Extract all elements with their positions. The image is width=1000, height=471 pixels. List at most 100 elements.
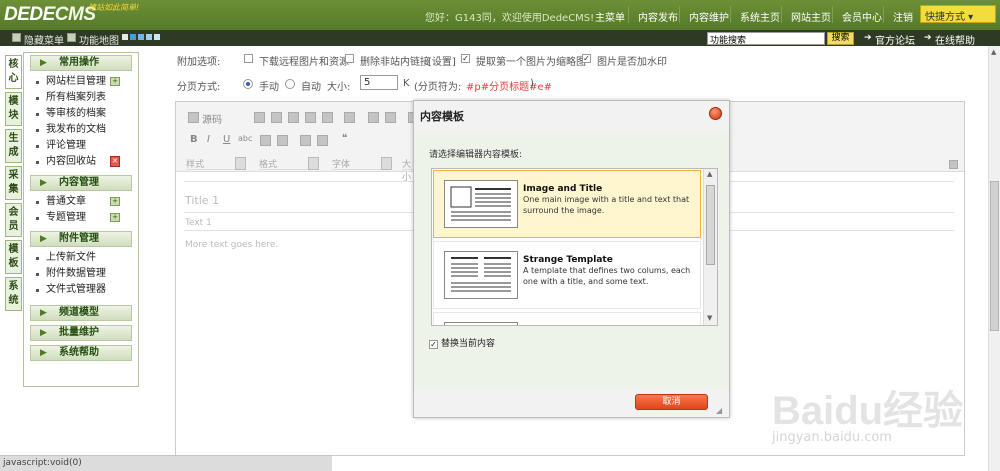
bold-icon[interactable]: B xyxy=(190,134,198,145)
menu-section-help[interactable]: ▶ 系统帮助 xyxy=(30,345,132,361)
menu-section-channel-model[interactable]: ▶ 频道模型 xyxy=(30,305,132,321)
menu-item-recycle-bin[interactable]: 内容回收站 ✕ xyxy=(24,154,138,170)
first-image-thumb-checkbox[interactable]: ✓ xyxy=(461,54,470,63)
template-option-partial[interactable] xyxy=(433,312,701,325)
tab-core[interactable]: 核心 xyxy=(5,55,22,89)
menu-item-pending-docs[interactable]: 等审核的档案 xyxy=(24,106,138,122)
tab-collect[interactable]: 采集 xyxy=(5,166,22,200)
font-select[interactable]: 字体 xyxy=(332,157,392,170)
cancel-button[interactable]: 取消 xyxy=(635,394,708,410)
menu-item-upload[interactable]: 上传新文件 xyxy=(24,250,138,266)
tab-system[interactable]: 系统 xyxy=(5,277,22,311)
source-button[interactable]: 源码 xyxy=(202,111,222,126)
manual-radio[interactable] xyxy=(243,79,253,89)
collapse-toolbar-icon[interactable] xyxy=(949,160,958,169)
editor-more-text[interactable]: More text goes here. xyxy=(185,240,278,250)
nav-logout[interactable]: 注销 xyxy=(893,9,913,24)
quick-menu-button[interactable]: 快捷方式 ▾ xyxy=(920,5,996,23)
resize-grip-icon[interactable]: ◢ xyxy=(716,406,725,415)
menu-item-file-manager[interactable]: 文件式管理器 xyxy=(24,282,138,298)
print-icon[interactable] xyxy=(344,112,355,123)
strike-icon[interactable]: abc xyxy=(238,134,252,143)
remove-links-checkbox[interactable] xyxy=(345,54,354,63)
watermark-checkbox[interactable]: ✓ xyxy=(582,54,591,63)
menu-item-comments[interactable]: 评论管理 xyxy=(24,138,138,154)
paste-icon[interactable] xyxy=(288,112,299,123)
bullet-icon xyxy=(36,97,39,100)
site-map-link[interactable]: 功能地图 xyxy=(79,32,119,47)
download-remote-checkbox[interactable] xyxy=(244,54,253,63)
hide-menu-link[interactable]: 隐藏菜单 xyxy=(24,32,64,47)
tab-modules[interactable]: 模块 xyxy=(5,92,22,126)
outdent-icon[interactable] xyxy=(300,135,311,146)
redo-icon[interactable] xyxy=(385,112,396,123)
replace-content-checkbox[interactable]: ✓ xyxy=(429,340,438,349)
page-size-input[interactable]: 5 xyxy=(360,75,398,90)
editor-title-text[interactable]: Title 1 xyxy=(185,194,219,207)
trash-icon[interactable]: ✕ xyxy=(110,156,120,167)
menu-section-common[interactable]: ▶ 常用操作 xyxy=(30,55,132,71)
tab-members[interactable]: 会员 xyxy=(5,203,22,237)
style-select[interactable]: 样式 xyxy=(186,157,246,170)
nav-publish[interactable]: 内容发布 xyxy=(638,9,678,24)
paste-word-icon[interactable] xyxy=(322,112,333,123)
settings-link[interactable]: [设置] xyxy=(428,53,456,68)
scroll-down-icon[interactable]: ▼ xyxy=(707,314,712,322)
image-title-thumbnail-icon xyxy=(444,180,518,228)
scroll-up-icon[interactable]: ▲ xyxy=(991,48,996,56)
undo-icon[interactable] xyxy=(368,112,379,123)
template-list-scrollbar[interactable]: ▲ ▼ xyxy=(703,169,717,325)
menu-item-attachment-data[interactable]: 附件数据管理 xyxy=(24,266,138,282)
cut-icon[interactable] xyxy=(254,112,265,123)
add-icon[interactable]: + xyxy=(110,77,120,86)
underline-icon[interactable]: U xyxy=(223,134,230,145)
copy-icon[interactable] xyxy=(271,112,282,123)
theme-swatch[interactable] xyxy=(122,34,128,40)
theme-swatch[interactable] xyxy=(146,34,152,40)
close-icon[interactable] xyxy=(709,107,722,120)
menu-section-content[interactable]: ▶ 内容管理 xyxy=(30,175,132,191)
page-mode-label: 分页方式: xyxy=(177,82,221,93)
nav-system-home[interactable]: 系统主页 xyxy=(740,9,780,24)
theme-swatch[interactable] xyxy=(138,34,144,40)
tab-generate[interactable]: 生成 xyxy=(5,129,22,163)
source-icon[interactable] xyxy=(188,112,199,123)
italic-icon[interactable]: I xyxy=(207,134,210,145)
theme-swatch[interactable] xyxy=(130,34,136,40)
scrollbar-thumb[interactable] xyxy=(706,185,715,265)
menu-section-batch[interactable]: ▶ 批量维护 xyxy=(30,325,132,341)
add-icon[interactable]: + xyxy=(110,197,120,206)
indent-icon[interactable] xyxy=(317,135,328,146)
format-select[interactable]: 格式 xyxy=(259,157,319,170)
site-map-icon xyxy=(67,33,76,42)
online-help-link[interactable]: 在线帮助 xyxy=(935,32,975,47)
search-button[interactable]: 搜索 xyxy=(827,32,854,45)
theme-swatch[interactable] xyxy=(154,34,160,40)
replace-content-option[interactable]: ✓ 替换当前内容 xyxy=(429,336,495,349)
blockquote-icon[interactable]: ❝ xyxy=(342,133,347,144)
editor-body-text[interactable]: Text 1 xyxy=(185,218,212,228)
tab-templates[interactable]: 模板 xyxy=(5,240,22,274)
official-forum-link[interactable]: 官方论坛 xyxy=(875,32,915,47)
scrollbar-thumb[interactable] xyxy=(990,181,999,331)
function-search-input[interactable]: 功能搜索 xyxy=(707,32,825,46)
nav-maintain[interactable]: 内容维护 xyxy=(689,9,729,24)
bullet-list-icon[interactable] xyxy=(277,135,288,146)
add-icon[interactable]: + xyxy=(110,213,120,222)
nav-main-menu[interactable]: 主菜单 xyxy=(595,9,625,24)
template-option-image-title[interactable]: Image and Title One main image with a ti… xyxy=(433,170,701,238)
menu-item-topics[interactable]: 专题管理 + xyxy=(24,210,138,226)
nav-member-center[interactable]: 会员中心 xyxy=(842,9,882,24)
menu-item-column-manage[interactable]: 网站栏目管理 + xyxy=(24,74,138,90)
paste-text-icon[interactable] xyxy=(305,112,316,123)
auto-radio[interactable] xyxy=(285,79,295,89)
page-scrollbar[interactable]: ▲ xyxy=(988,46,1000,471)
ordered-list-icon[interactable] xyxy=(260,135,271,146)
menu-item-articles[interactable]: 普通文章 + xyxy=(24,194,138,210)
menu-item-all-docs[interactable]: 所有档案列表 xyxy=(24,90,138,106)
nav-site-home[interactable]: 网站主页 xyxy=(791,9,831,24)
scroll-up-icon[interactable]: ▲ xyxy=(707,170,712,178)
menu-section-attachments[interactable]: ▶ 附件管理 xyxy=(30,231,132,247)
menu-item-my-docs[interactable]: 我发布的文档 xyxy=(24,122,138,138)
template-option-strange[interactable]: Strange Template A template that defines… xyxy=(433,241,701,309)
